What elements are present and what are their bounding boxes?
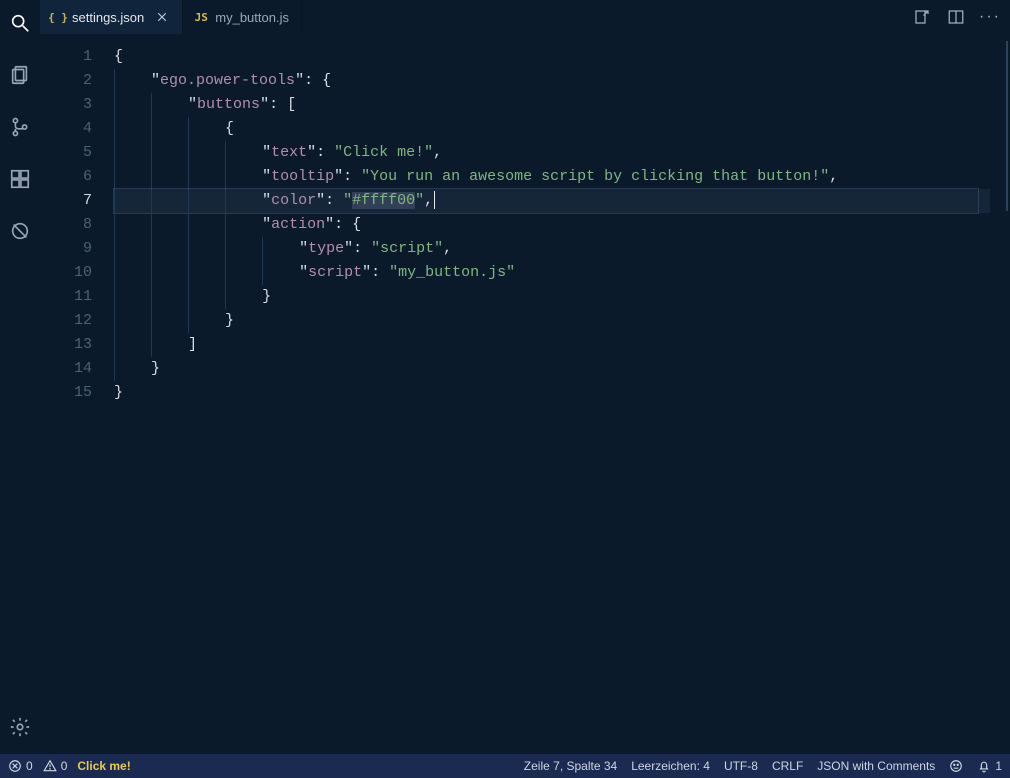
code-editor[interactable]: 123456789101112131415 { "ego.power-tools… (40, 35, 1010, 754)
code-line[interactable]: { (114, 45, 990, 69)
line-number: 8 (40, 213, 92, 237)
code-line[interactable]: "ego.power-tools": { (114, 69, 990, 93)
more-actions-icon[interactable]: ··· (976, 3, 1004, 31)
line-number: 9 (40, 237, 92, 261)
open-changes-icon[interactable] (908, 3, 936, 31)
search-icon[interactable] (0, 4, 40, 42)
code-line[interactable]: "type": "script", (114, 237, 990, 261)
status-warnings[interactable]: 0 (43, 759, 68, 773)
line-gutter: 123456789101112131415 (40, 35, 110, 754)
split-editor-icon[interactable] (942, 3, 970, 31)
js-file-icon: JS (193, 9, 209, 25)
code-line[interactable]: "color": "#ffff00", (114, 189, 990, 213)
extensions-icon[interactable] (0, 160, 40, 198)
debug-icon[interactable] (0, 212, 40, 250)
status-bar: 0 0 Click me! Zeile 7, Spalte 34 Leerzei… (0, 754, 1010, 778)
source-control-icon[interactable] (0, 108, 40, 146)
editor-tabs: { } settings.json JS my_button.js ··· (40, 0, 1010, 35)
status-warnings-count: 0 (61, 759, 68, 773)
status-cursor-position[interactable]: Zeile 7, Spalte 34 (524, 759, 617, 773)
code-line[interactable]: } (114, 357, 990, 381)
status-custom-button-label: Click me! (77, 759, 130, 773)
line-number: 3 (40, 93, 92, 117)
tab-actions: ··· (908, 0, 1010, 34)
code-line[interactable]: } (114, 285, 990, 309)
code-line[interactable]: "buttons": [ (114, 93, 990, 117)
status-custom-button[interactable]: Click me! (77, 759, 130, 773)
status-encoding[interactable]: UTF-8 (724, 759, 758, 773)
line-number: 10 (40, 261, 92, 285)
status-eol[interactable]: CRLF (772, 759, 803, 773)
line-number: 12 (40, 309, 92, 333)
editor-tab-label: settings.json (72, 10, 144, 25)
code-line[interactable]: ] (114, 333, 990, 357)
minimap[interactable] (990, 35, 1010, 754)
status-indent[interactable]: Leerzeichen: 4 (631, 759, 710, 773)
line-number: 7 (40, 189, 92, 213)
code-line[interactable]: "action": { (114, 213, 990, 237)
line-number: 1 (40, 45, 92, 69)
line-number: 2 (40, 69, 92, 93)
text-caret (434, 191, 435, 209)
line-number: 5 (40, 141, 92, 165)
editor-tab[interactable]: JS my_button.js (183, 0, 302, 34)
status-feedback-icon[interactable] (949, 759, 963, 773)
code-line[interactable]: "text": "Click me!", (114, 141, 990, 165)
line-number: 13 (40, 333, 92, 357)
gear-icon[interactable] (0, 708, 40, 746)
code-area[interactable]: { "ego.power-tools": { "buttons": [ { "t… (110, 35, 990, 754)
json-file-icon: { } (50, 9, 66, 25)
line-number: 14 (40, 357, 92, 381)
line-number: 6 (40, 165, 92, 189)
line-number: 4 (40, 117, 92, 141)
status-notifications-count: 1 (995, 759, 1002, 773)
line-number: 15 (40, 381, 92, 405)
code-line[interactable]: } (114, 309, 990, 333)
line-number: 11 (40, 285, 92, 309)
activity-bar (0, 0, 40, 754)
close-icon[interactable] (154, 9, 170, 25)
status-language[interactable]: JSON with Comments (817, 759, 935, 773)
status-errors[interactable]: 0 (8, 759, 33, 773)
code-line[interactable]: "tooltip": "You run an awesome script by… (114, 165, 990, 189)
code-line[interactable]: "script": "my_button.js" (114, 261, 990, 285)
status-notifications[interactable]: 1 (977, 759, 1002, 773)
status-errors-count: 0 (26, 759, 33, 773)
code-line[interactable]: } (114, 381, 990, 405)
files-icon[interactable] (0, 56, 40, 94)
code-line[interactable]: { (114, 117, 990, 141)
editor-tab[interactable]: { } settings.json (40, 0, 183, 34)
scroll-indicator[interactable] (998, 35, 1010, 754)
editor-tab-label: my_button.js (215, 10, 289, 25)
